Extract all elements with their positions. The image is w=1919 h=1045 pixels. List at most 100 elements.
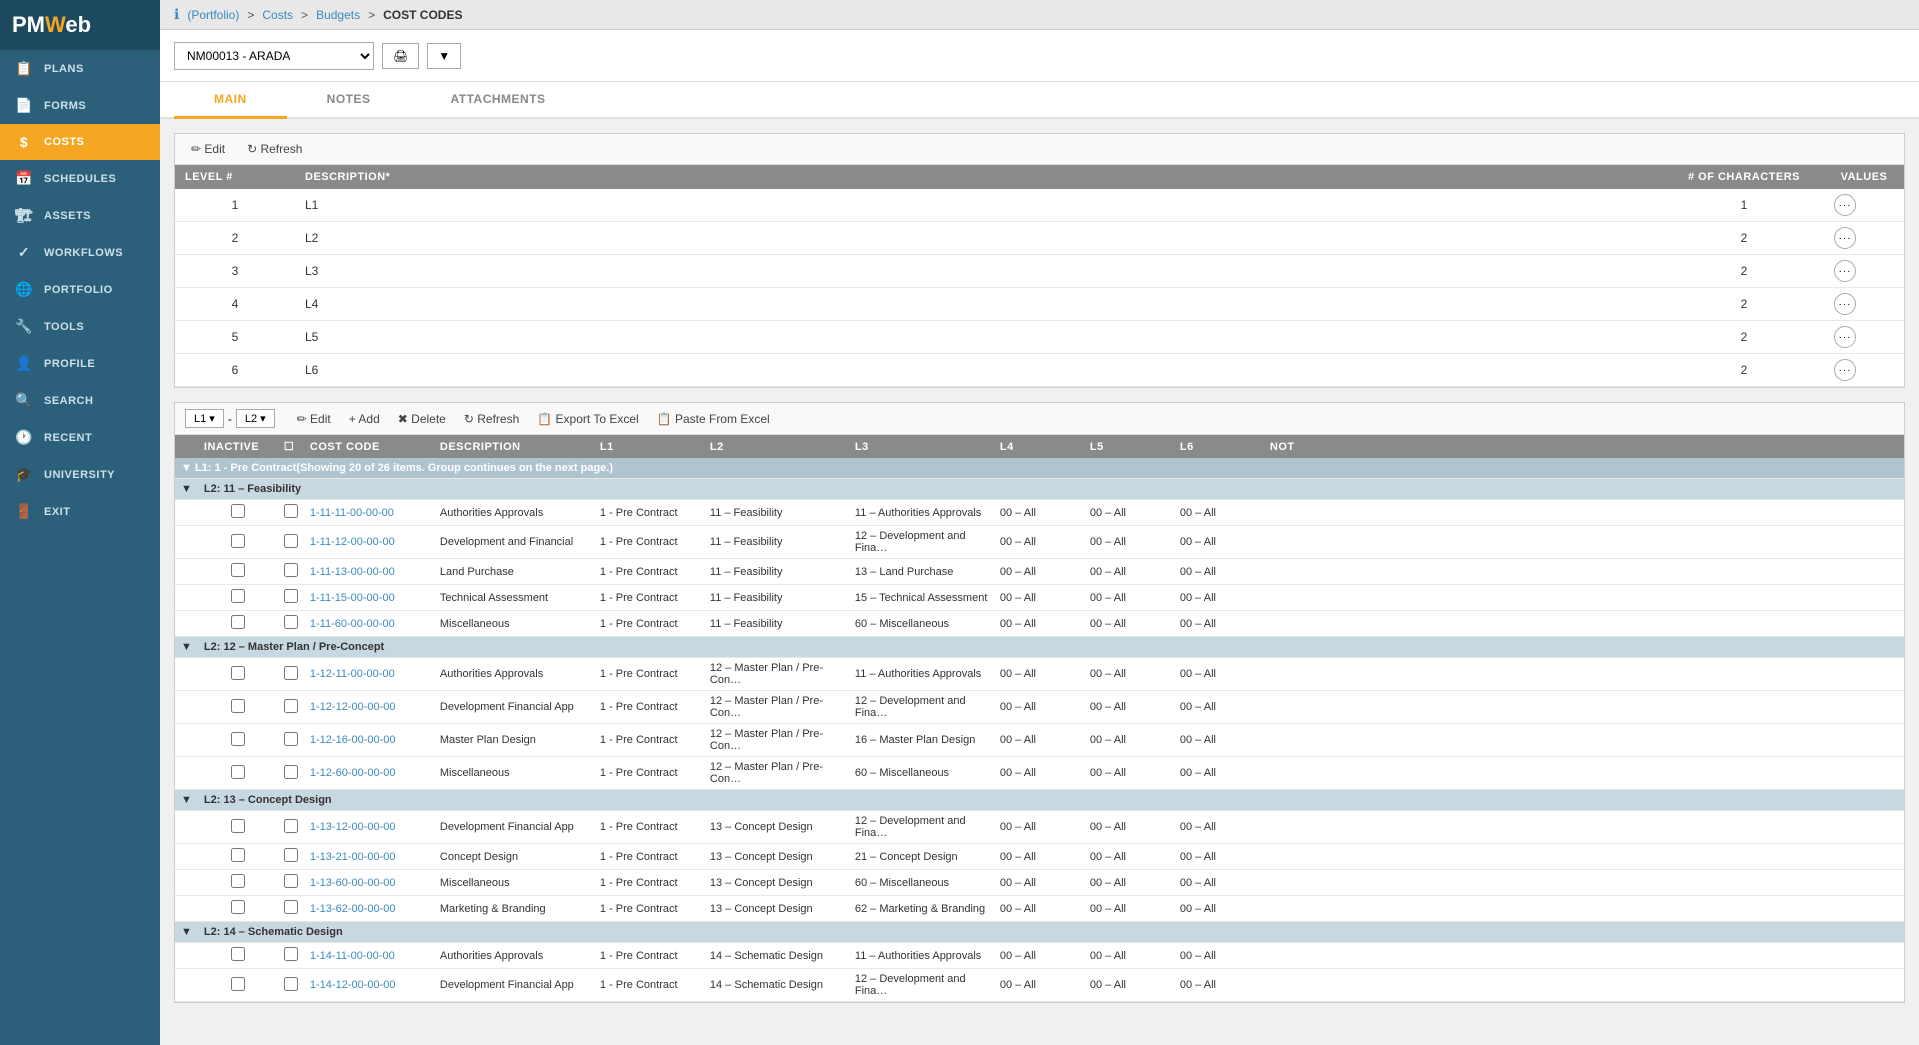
- cc-edit-button[interactable]: ✏ Edit: [291, 410, 337, 428]
- sidebar-item-assets[interactable]: 🏗 ASSETS: [0, 197, 160, 234]
- inactive-checkbox[interactable]: [231, 732, 245, 746]
- cost-code-link[interactable]: 1-11-11-00-00-00: [310, 507, 394, 519]
- cost-code-link[interactable]: 1-11-13-00-00-00: [310, 566, 395, 578]
- row-l4: 00 – All: [994, 724, 1084, 757]
- print-button[interactable]: 🖨: [382, 43, 419, 69]
- values-button[interactable]: ···: [1834, 326, 1856, 348]
- row-l3: 21 – Concept Design: [849, 844, 994, 870]
- sg-arrow[interactable]: ▼: [175, 637, 198, 658]
- sidebar-item-costs[interactable]: $ COSTS: [0, 124, 160, 160]
- cost-code-link[interactable]: 1-12-11-00-00-00: [310, 668, 395, 680]
- group-header-row: ▼ L1: 1 - Pre Contract(Showing 20 of 26 …: [175, 458, 1904, 479]
- row-l1: 1 - Pre Contract: [594, 724, 704, 757]
- sidebar-item-recent[interactable]: 🕐 RECENT: [0, 419, 160, 456]
- inactive-checkbox[interactable]: [231, 504, 245, 518]
- cost-code-link[interactable]: 1-13-21-00-00-00: [310, 851, 396, 863]
- cost-code-link[interactable]: 1-12-12-00-00-00: [310, 701, 396, 713]
- list-item: 1-11-15-00-00-00 Technical Assessment 1 …: [175, 585, 1904, 611]
- info-icon[interactable]: ℹ: [174, 6, 179, 23]
- cc-add-button[interactable]: + Add: [343, 410, 386, 428]
- values-button[interactable]: ···: [1834, 359, 1856, 381]
- cost-code-link[interactable]: 1-14-11-00-00-00: [310, 950, 395, 962]
- values-button[interactable]: ···: [1834, 260, 1856, 282]
- inactive-checkbox[interactable]: [231, 666, 245, 680]
- collapse-icon[interactable]: ▼: [181, 462, 192, 474]
- sg-arrow[interactable]: ▼: [175, 479, 198, 500]
- cost-code-link[interactable]: 1-13-60-00-00-00: [310, 877, 396, 889]
- row-checkbox[interactable]: [284, 699, 298, 713]
- row-checkbox[interactable]: [284, 765, 298, 779]
- row-checkbox[interactable]: [284, 534, 298, 548]
- row-checkbox[interactable]: [284, 563, 298, 577]
- row-checkbox[interactable]: [284, 589, 298, 603]
- tab-notes[interactable]: NOTES: [287, 82, 411, 119]
- cc-export-button[interactable]: 📋 Export To Excel: [531, 410, 644, 428]
- cost-code-link[interactable]: 1-12-16-00-00-00: [310, 734, 396, 746]
- refresh-button[interactable]: ↻ Refresh: [241, 140, 308, 158]
- row-checkbox[interactable]: [284, 947, 298, 961]
- cost-code-link[interactable]: 1-11-12-00-00-00: [310, 536, 395, 548]
- row-description: Development and Financial: [434, 526, 594, 559]
- row-checkbox[interactable]: [284, 848, 298, 862]
- inactive-checkbox[interactable]: [231, 589, 245, 603]
- row-checkbox[interactable]: [284, 819, 298, 833]
- sidebar-item-schedules[interactable]: 📅 SCHEDULES: [0, 160, 160, 197]
- values-button[interactable]: ···: [1834, 227, 1856, 249]
- inactive-checkbox[interactable]: [231, 615, 245, 629]
- row-checkbox[interactable]: [284, 900, 298, 914]
- values-button[interactable]: ···: [1834, 194, 1856, 216]
- cost-code-link[interactable]: 1-11-15-00-00-00: [310, 592, 395, 604]
- cc-paste-button[interactable]: 📋 Paste From Excel: [651, 410, 776, 428]
- row-l6: 00 – All: [1174, 969, 1264, 1002]
- edit-button[interactable]: ✏ Edit: [185, 140, 231, 158]
- row-checkbox[interactable]: [284, 666, 298, 680]
- cost-code-link[interactable]: 1-11-60-00-00-00: [310, 618, 395, 630]
- cost-code-link[interactable]: 1-12-60-00-00-00: [310, 767, 396, 779]
- row-not: [1264, 658, 1904, 691]
- sidebar-item-profile[interactable]: 👤 PROFILE: [0, 345, 160, 382]
- l1-button[interactable]: L1 ▾: [185, 409, 224, 428]
- row-l3: 12 – Development and Fina…: [849, 969, 994, 1002]
- inactive-checkbox[interactable]: [231, 765, 245, 779]
- inactive-checkbox[interactable]: [231, 563, 245, 577]
- inactive-checkbox[interactable]: [231, 534, 245, 548]
- inactive-checkbox[interactable]: [231, 977, 245, 991]
- cc-delete-button[interactable]: ✖ Delete: [392, 410, 452, 428]
- tab-main[interactable]: MAIN: [174, 82, 287, 119]
- print-dropdown-button[interactable]: ▼: [427, 43, 461, 69]
- inactive-checkbox[interactable]: [231, 819, 245, 833]
- sidebar-item-university[interactable]: 🎓 UNIVERSITY: [0, 456, 160, 493]
- sidebar-item-forms[interactable]: 📄 FORMS: [0, 87, 160, 124]
- values-button[interactable]: ···: [1834, 293, 1856, 315]
- cc-refresh-button[interactable]: ↻ Refresh: [458, 410, 525, 428]
- cost-code-link[interactable]: 1-14-12-00-00-00: [310, 979, 396, 991]
- list-item: 1-13-62-00-00-00 Marketing & Branding 1 …: [175, 896, 1904, 922]
- inactive-checkbox[interactable]: [231, 848, 245, 862]
- inactive-checkbox[interactable]: [231, 900, 245, 914]
- row-l3: 62 – Marketing & Branding: [849, 896, 994, 922]
- sidebar-item-workflows[interactable]: ✓ WORKFLOWS: [0, 234, 160, 271]
- breadcrumb-portfolio[interactable]: (Portfolio): [187, 8, 239, 22]
- inactive-checkbox[interactable]: [231, 699, 245, 713]
- project-selector[interactable]: NM00013 - ARADA: [174, 42, 374, 70]
- row-checkbox[interactable]: [284, 977, 298, 991]
- sidebar-item-exit[interactable]: 🚪 EXIT: [0, 493, 160, 530]
- sg-arrow[interactable]: ▼: [175, 790, 198, 811]
- sidebar-item-portfolio[interactable]: 🌐 PORTFOLIO: [0, 271, 160, 308]
- sidebar-item-plans[interactable]: 📋 PLANS: [0, 50, 160, 87]
- row-checkbox[interactable]: [284, 504, 298, 518]
- breadcrumb-budgets[interactable]: Budgets: [316, 8, 360, 22]
- tab-attachments[interactable]: ATTACHMENTS: [411, 82, 586, 119]
- cost-code-link[interactable]: 1-13-12-00-00-00: [310, 821, 396, 833]
- l2-button[interactable]: L2 ▾: [236, 409, 275, 428]
- cost-code-link[interactable]: 1-13-62-00-00-00: [310, 903, 396, 915]
- breadcrumb-costs[interactable]: Costs: [262, 8, 293, 22]
- sidebar-item-search[interactable]: 🔍 SEARCH: [0, 382, 160, 419]
- row-checkbox[interactable]: [284, 615, 298, 629]
- row-checkbox[interactable]: [284, 874, 298, 888]
- sg-arrow[interactable]: ▼: [175, 922, 198, 943]
- row-checkbox[interactable]: [284, 732, 298, 746]
- inactive-checkbox[interactable]: [231, 947, 245, 961]
- sidebar-item-tools[interactable]: 🔧 TOOLS: [0, 308, 160, 345]
- inactive-checkbox[interactable]: [231, 874, 245, 888]
